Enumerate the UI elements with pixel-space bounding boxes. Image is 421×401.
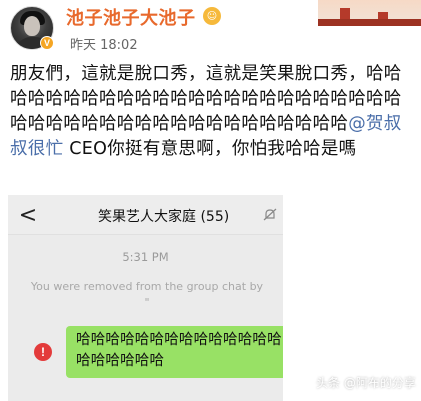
author-name[interactable]: 池子池子大池子: [66, 4, 196, 30]
chat-screenshot: < 笑果艺人大家庭 (55) 5:31 PM You were removed …: [8, 195, 283, 401]
verified-badge-icon: V: [40, 36, 54, 50]
post-header: V 池子池子大池子 ☺ 昨天 18:02: [0, 0, 421, 58]
chat-time: 5:31 PM: [122, 250, 169, 264]
chat-header: < 笑果艺人大家庭 (55): [8, 195, 283, 235]
system-message: You were removed from the group chat by …: [12, 279, 282, 311]
system-message-line: You were removed from the group chat by: [30, 280, 264, 293]
mute-icon: [263, 208, 277, 221]
back-arrow-icon[interactable]: <: [18, 201, 38, 229]
decoration-wall: [318, 19, 421, 26]
error-icon[interactable]: !: [34, 343, 52, 361]
chat-title: 笑果艺人大家庭 (55): [98, 209, 230, 225]
post-text: 朋友們，這就是脫口秀，這就是笑果脫口秀，哈哈哈哈哈哈哈哈哈哈哈哈哈哈哈哈哈哈哈哈…: [10, 62, 414, 162]
post-text-body: 朋友們，這就是脫口秀，這就是笑果脫口秀，哈哈哈哈哈哈哈哈哈哈哈哈哈哈哈哈哈哈哈哈…: [10, 64, 402, 134]
post-text-tail: CEO你挺有意思啊，你怕我哈哈是嗎: [63, 139, 357, 159]
post-timestamp: 昨天 18:02: [70, 38, 138, 53]
avatar-face: [24, 16, 40, 36]
system-message-tail: ": [144, 296, 150, 309]
level-badge-icon: ☺: [203, 7, 221, 25]
watermark: 头条 @阿布的分享: [316, 376, 416, 390]
message-bubble[interactable]: 哈哈哈哈哈哈哈哈哈哈哈哈哈哈哈哈哈哈哈哈: [66, 326, 283, 378]
header-decoration: [318, 0, 421, 26]
